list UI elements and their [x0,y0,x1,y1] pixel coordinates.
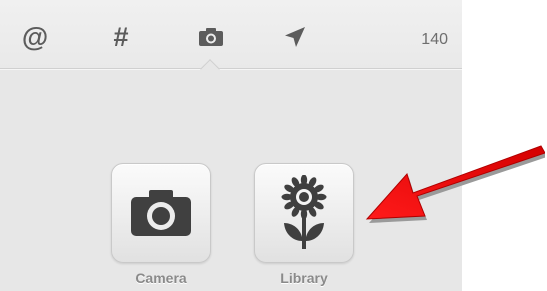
at-sign-icon: @ [21,21,49,52]
camera-icon [199,28,223,46]
camera-button[interactable] [111,163,211,263]
camera-icon [131,190,191,236]
hashtag-button[interactable]: # [104,22,138,52]
library-label: Library [280,270,328,286]
flower-icon [281,175,327,249]
library-button[interactable] [254,163,354,263]
compose-toolbar: @ # 140 [0,0,462,69]
camera-label: Camera [135,270,187,286]
photo-button[interactable] [191,22,231,52]
location-arrow-icon [285,27,305,47]
character-count: 140 [421,31,448,48]
mention-button[interactable]: @ [18,22,52,52]
hash-icon: # [113,21,129,52]
location-button[interactable] [278,22,312,52]
red-arrow-annotation [365,145,545,223]
